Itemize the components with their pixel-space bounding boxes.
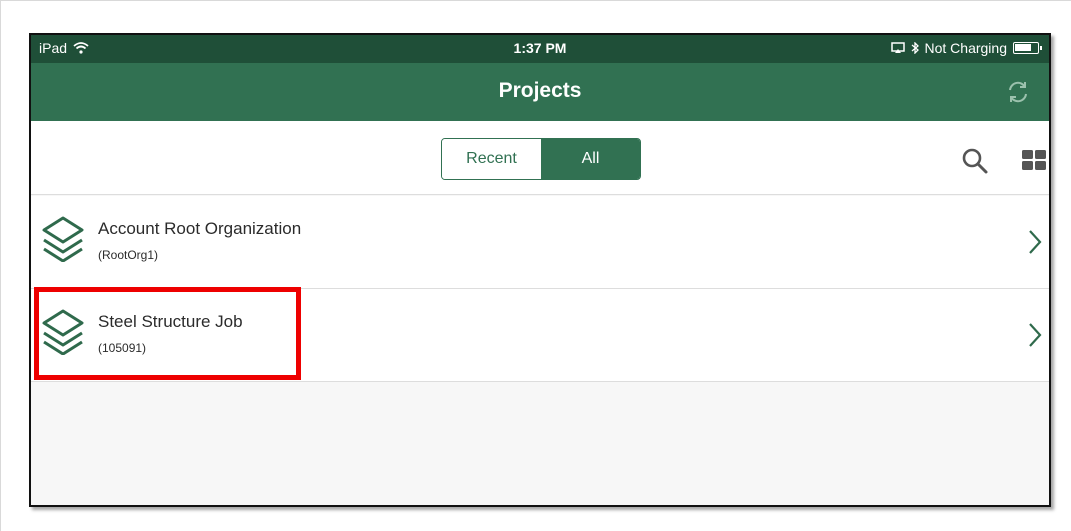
project-row-root-org[interactable]: Account Root Organization (RootOrg1): [31, 196, 1049, 289]
status-right: Not Charging: [890, 40, 1042, 56]
status-bar: iPad 1:37 PM Not Charging: [31, 35, 1049, 63]
project-list: Account Root Organization (RootOrg1) Ste…: [31, 196, 1049, 382]
battery-icon: [1013, 42, 1042, 54]
airplay-icon: [890, 42, 905, 53]
project-code: (105091): [98, 341, 147, 355]
project-name: Steel Structure Job: [98, 312, 243, 331]
project-name: Account Root Organization: [98, 219, 302, 238]
segment-all[interactable]: All: [541, 139, 640, 179]
project-row-steel-structure[interactable]: Steel Structure Job (105091): [31, 289, 1049, 382]
page-title: Projects: [498, 79, 582, 102]
sync-icon[interactable]: [1005, 79, 1031, 105]
ipad-screen: iPad 1:37 PM Not Charging Projects Recen…: [29, 33, 1051, 507]
segmented-control: Recent All: [441, 138, 641, 180]
layers-icon: [42, 216, 84, 262]
page-frame: iPad 1:37 PM Not Charging Projects Recen…: [0, 0, 1071, 531]
grid-view-icon[interactable]: [1021, 149, 1047, 171]
charging-status: Not Charging: [924, 40, 1008, 56]
bluetooth-icon: [911, 42, 919, 54]
segment-recent[interactable]: Recent: [442, 139, 541, 179]
toolbar: Recent All: [31, 121, 1049, 195]
search-icon[interactable]: [961, 147, 989, 175]
chevron-right-icon: [1029, 323, 1042, 347]
nav-bar: Projects: [31, 63, 1049, 121]
chevron-right-icon: [1029, 230, 1042, 254]
layers-icon: [42, 309, 84, 355]
project-code: (RootOrg1): [98, 248, 159, 262]
